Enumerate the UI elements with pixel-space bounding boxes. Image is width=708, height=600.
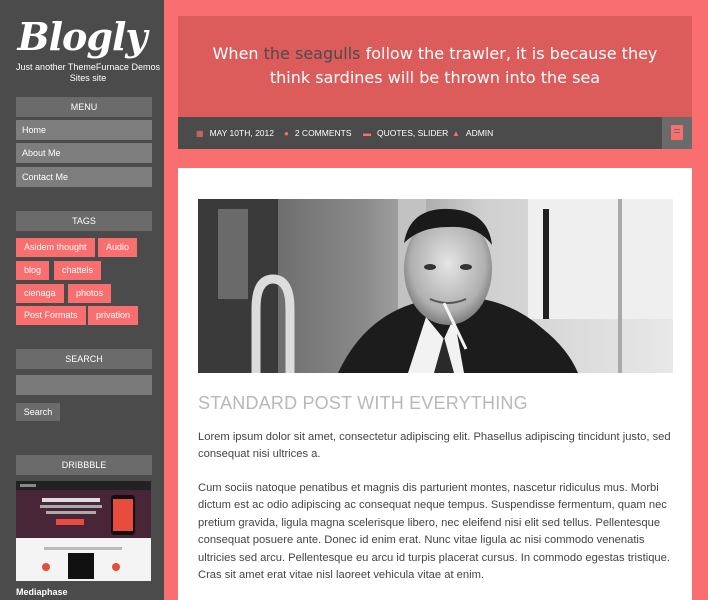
post-meta-bar: ▦ MAY 10TH, 2012 ● 2 COMMENTS ▬ QUOTES, SLI… bbox=[178, 117, 692, 149]
search-input[interactable] bbox=[16, 375, 152, 395]
tag-cienaga[interactable]: cienaga bbox=[16, 284, 64, 303]
post-categories[interactable]: ▬ QUOTES, SLIDER bbox=[363, 128, 448, 138]
site-logo[interactable]: Blogly bbox=[0, 14, 164, 59]
search-button[interactable]: Search bbox=[16, 403, 60, 421]
tag-blog[interactable]: blog bbox=[16, 261, 50, 280]
post-featured-image[interactable] bbox=[198, 199, 673, 373]
post-format-button[interactable] bbox=[662, 117, 692, 149]
tag-post-formats[interactable]: Post Formats bbox=[16, 306, 86, 325]
tag-photos[interactable]: photos bbox=[68, 284, 112, 303]
menu-item-about-me[interactable]: About Me bbox=[16, 143, 152, 163]
tag-privation[interactable]: privation bbox=[88, 306, 139, 325]
post-title[interactable]: STANDARD POST WITH EVERYTHING bbox=[198, 393, 528, 414]
menu-item-contact-me[interactable]: Contact Me bbox=[16, 167, 152, 187]
tag-chattels[interactable]: chattels bbox=[54, 261, 102, 280]
search-widget-title: SEARCH bbox=[16, 349, 152, 369]
calendar-icon: ▦ bbox=[196, 129, 204, 138]
book-icon bbox=[671, 125, 683, 140]
dribbble-shot-thumbnail[interactable] bbox=[16, 481, 151, 581]
post-comments-text: 2 COMMENTS bbox=[294, 128, 352, 138]
comment-icon: ● bbox=[284, 129, 289, 138]
dribbble-shot-image bbox=[16, 481, 151, 581]
post-comments-link[interactable]: ● 2 COMMENTS bbox=[284, 128, 352, 138]
quote-text: When the seagulls follow the trawler, it… bbox=[198, 42, 672, 90]
post-date-text: MAY 10TH, 2012 bbox=[209, 128, 274, 138]
post-paragraph-1: Lorem ipsum dolor sit amet, consectetur … bbox=[198, 431, 671, 461]
folder-icon: ▬ bbox=[363, 129, 371, 138]
quote-highlight: the seagulls bbox=[263, 44, 361, 63]
dribbble-caption[interactable]: Mediaphase bbox=[16, 587, 68, 597]
user-icon: ▲ bbox=[452, 129, 460, 138]
menu-widget-title: MENU bbox=[16, 97, 152, 117]
post-author-text: ADMIN bbox=[465, 128, 494, 138]
tag-asidem-thought[interactable]: Asidem thought bbox=[16, 238, 95, 257]
quote-text-before: When bbox=[212, 44, 264, 63]
menu-item-home[interactable]: Home bbox=[16, 120, 152, 140]
post-categories-text: QUOTES, SLIDER bbox=[377, 128, 449, 138]
post-card: STANDARD POST WITH EVERYTHING Lorem ipsu… bbox=[178, 168, 692, 600]
post-photo bbox=[198, 199, 673, 373]
tag-audio[interactable]: Audio bbox=[98, 238, 138, 257]
site-tagline: Just another ThemeFurnace Demos Sites si… bbox=[16, 62, 160, 83]
tags-widget-title: TAGS bbox=[16, 211, 152, 231]
quote-post-header: When the seagulls follow the trawler, it… bbox=[178, 16, 692, 117]
post-date[interactable]: ▦ MAY 10TH, 2012 bbox=[196, 128, 274, 138]
post-paragraph-2: Cum sociis natoque penatibus et magnis d… bbox=[198, 482, 670, 582]
sidebar: Blogly Just another ThemeFurnace Demos S… bbox=[0, 0, 164, 600]
dribbble-widget-title: DRIBBBLE bbox=[16, 455, 152, 475]
post-author-link[interactable]: ▲ ADMIN bbox=[452, 128, 493, 138]
